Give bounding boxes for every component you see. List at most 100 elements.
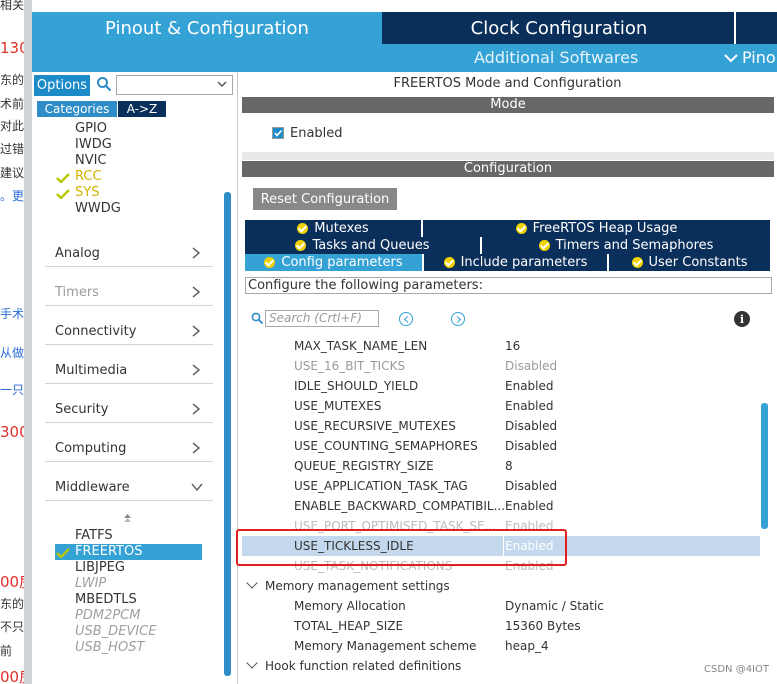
- left-scrollbar[interactable]: [224, 192, 231, 676]
- tree-item[interactable]: SYS: [75, 185, 99, 200]
- reset-configuration-button[interactable]: Reset Configuration: [253, 188, 397, 210]
- tab-timers-and-semaphores[interactable]: Timers and Semaphores: [482, 237, 770, 254]
- category-connectivity[interactable]: Connectivity: [45, 318, 213, 345]
- tree-item[interactable]: WWDG: [75, 201, 121, 216]
- tree-item[interactable]: GPIO: [75, 121, 107, 136]
- parameter-value[interactable]: Enabled: [505, 499, 554, 513]
- tab-tasks-and-queues[interactable]: Tasks and Queues: [245, 237, 480, 254]
- chevron-right-icon: [192, 325, 201, 337]
- parameter-row[interactable]: USE_RECURSIVE_MUTEXES Disabled: [242, 416, 760, 436]
- parameter-value[interactable]: Enabled: [505, 379, 554, 393]
- category-timers[interactable]: Timers: [45, 279, 213, 306]
- parameter-row[interactable]: MAX_TASK_NAME_LEN 16: [242, 336, 760, 356]
- tab-user-constants-label: User Constants: [648, 255, 748, 270]
- middleware-item[interactable]: LWIP: [75, 576, 106, 591]
- a-to-z-toggle[interactable]: A->Z: [118, 101, 166, 117]
- check-icon: [56, 172, 70, 184]
- chevron-down-icon: [246, 577, 258, 589]
- pinout-menu[interactable]: Pino: [724, 48, 776, 67]
- chevron-down-icon[interactable]: [216, 78, 228, 90]
- tab-include-parameters[interactable]: Include parameters: [424, 254, 607, 271]
- middleware-item[interactable]: LIBJPEG: [75, 560, 125, 575]
- category-label: Analog: [55, 246, 100, 261]
- category-multimedia[interactable]: Multimedia: [45, 357, 213, 384]
- middleware-item[interactable]: USB_DEVICE: [75, 624, 156, 639]
- tab-mutexes-label: Mutexes: [314, 221, 369, 236]
- parameter-row[interactable]: USE_COUNTING_SEMAPHORES Disabled: [242, 436, 760, 456]
- categories-toggle[interactable]: Categories: [37, 101, 117, 117]
- tab-mutexes[interactable]: Mutexes: [245, 220, 421, 237]
- category-middleware[interactable]: Middleware: [45, 474, 213, 501]
- category-search-combobox[interactable]: [116, 75, 233, 95]
- parameter-name: Memory Allocation: [294, 599, 406, 613]
- middleware-item[interactable]: MBEDTLS: [75, 592, 137, 607]
- tab-clock-configuration[interactable]: Clock Configuration: [384, 12, 734, 44]
- configuration-header: Configuration: [242, 161, 774, 177]
- parameter-name: USE_16_BIT_TICKS: [294, 359, 406, 373]
- background-text: 。更: [0, 189, 24, 203]
- parameter-value[interactable]: Enabled: [505, 399, 554, 413]
- enabled-checkbox[interactable]: [272, 127, 284, 139]
- next-match-icon[interactable]: [451, 312, 465, 326]
- category-security[interactable]: Security: [45, 396, 213, 423]
- parameter-value[interactable]: Disabled: [505, 419, 557, 433]
- parameter-row[interactable]: USE_APPLICATION_TASK_TAG Disabled: [242, 476, 760, 496]
- options-button[interactable]: Options: [34, 75, 90, 96]
- parameter-value[interactable]: Disabled: [505, 479, 557, 493]
- parameter-search-input[interactable]: Search (Crtl+F): [265, 310, 379, 327]
- info-icon[interactable]: i: [734, 311, 750, 327]
- ok-check-icon: [443, 257, 455, 268]
- check-icon: [56, 189, 70, 200]
- middleware-item[interactable]: PDM2PCM: [75, 608, 140, 623]
- parameter-value[interactable]: Disabled: [505, 439, 557, 453]
- tab-config-parameters[interactable]: Config parameters: [245, 254, 422, 271]
- category-analog[interactable]: Analog: [45, 240, 213, 267]
- tab-freertos-heap-usage[interactable]: FreeRTOS Heap Usage: [423, 220, 770, 237]
- parameter-value[interactable]: Disabled: [505, 359, 557, 373]
- parameter-row[interactable]: USE_MUTEXES Enabled: [242, 396, 760, 416]
- tab-pinout-configuration[interactable]: Pinout & Configuration: [32, 12, 382, 44]
- chevron-right-icon: [192, 442, 201, 454]
- parameter-value[interactable]: 15360 Bytes: [505, 619, 581, 633]
- category-computing[interactable]: Computing: [45, 435, 213, 462]
- parameter-row[interactable]: USE_16_BIT_TICKS Disabled: [242, 356, 760, 376]
- category-label: Connectivity: [55, 324, 137, 339]
- memory-management-group[interactable]: Memory management settings: [246, 577, 450, 593]
- tree-item[interactable]: IWDG: [75, 137, 112, 152]
- tab-user-constants[interactable]: User Constants: [609, 254, 770, 271]
- right-scrollbar[interactable]: [761, 403, 768, 529]
- parameter-row[interactable]: QUEUE_REGISTRY_SIZE 8: [242, 456, 760, 476]
- panel-title: FREERTOS Mode and Configuration: [393, 76, 622, 91]
- middleware-item[interactable]: FATFS: [75, 528, 113, 543]
- category-arrow: [191, 442, 201, 454]
- memory-parameter-row[interactable]: Memory Allocation Dynamic / Static: [242, 596, 760, 616]
- category-label: Multimedia: [55, 363, 128, 378]
- memory-parameter-row[interactable]: Memory Management scheme heap_4: [242, 636, 760, 656]
- parameter-row[interactable]: IDLE_SHOULD_YIELD Enabled: [242, 376, 760, 396]
- parameter-row[interactable]: ENABLE_BACKWARD_COMPATIBIL... Enabled: [242, 496, 760, 516]
- hook-functions-group[interactable]: Hook function related definitions: [246, 657, 461, 673]
- memory-parameter-row[interactable]: TOTAL_HEAP_SIZE 15360 Bytes: [242, 616, 760, 636]
- parameter-value[interactable]: 8: [505, 459, 513, 473]
- parameter-name: ENABLE_BACKWARD_COMPATIBIL...: [294, 499, 506, 513]
- parameter-value[interactable]: Dynamic / Static: [505, 599, 604, 613]
- check-icon: [56, 173, 70, 184]
- search-icon[interactable]: [96, 76, 112, 92]
- middleware-item[interactable]: FREERTOS: [75, 544, 142, 559]
- chevron-right-icon: [192, 403, 201, 415]
- chevron-right-icon: [192, 286, 201, 298]
- tree-item[interactable]: RCC: [75, 169, 102, 184]
- additional-softwares-menu[interactable]: Additional Softwares: [474, 48, 638, 67]
- previous-match-icon[interactable]: [399, 312, 413, 326]
- tab-separator: [734, 12, 736, 44]
- parameter-value[interactable]: 16: [505, 339, 520, 353]
- parameter-name: USE_MUTEXES: [294, 399, 382, 413]
- parameter-name: USE_RECURSIVE_MUTEXES: [294, 419, 456, 433]
- tree-item[interactable]: NVIC: [75, 153, 107, 168]
- scroll-up-arrow-icon[interactable]: [123, 513, 132, 523]
- mode-header: Mode: [242, 97, 774, 113]
- parameter-value[interactable]: heap_4: [505, 639, 549, 653]
- background-text: 00房: [0, 573, 24, 591]
- window-shadow: [24, 0, 32, 684]
- middleware-item[interactable]: USB_HOST: [75, 640, 144, 655]
